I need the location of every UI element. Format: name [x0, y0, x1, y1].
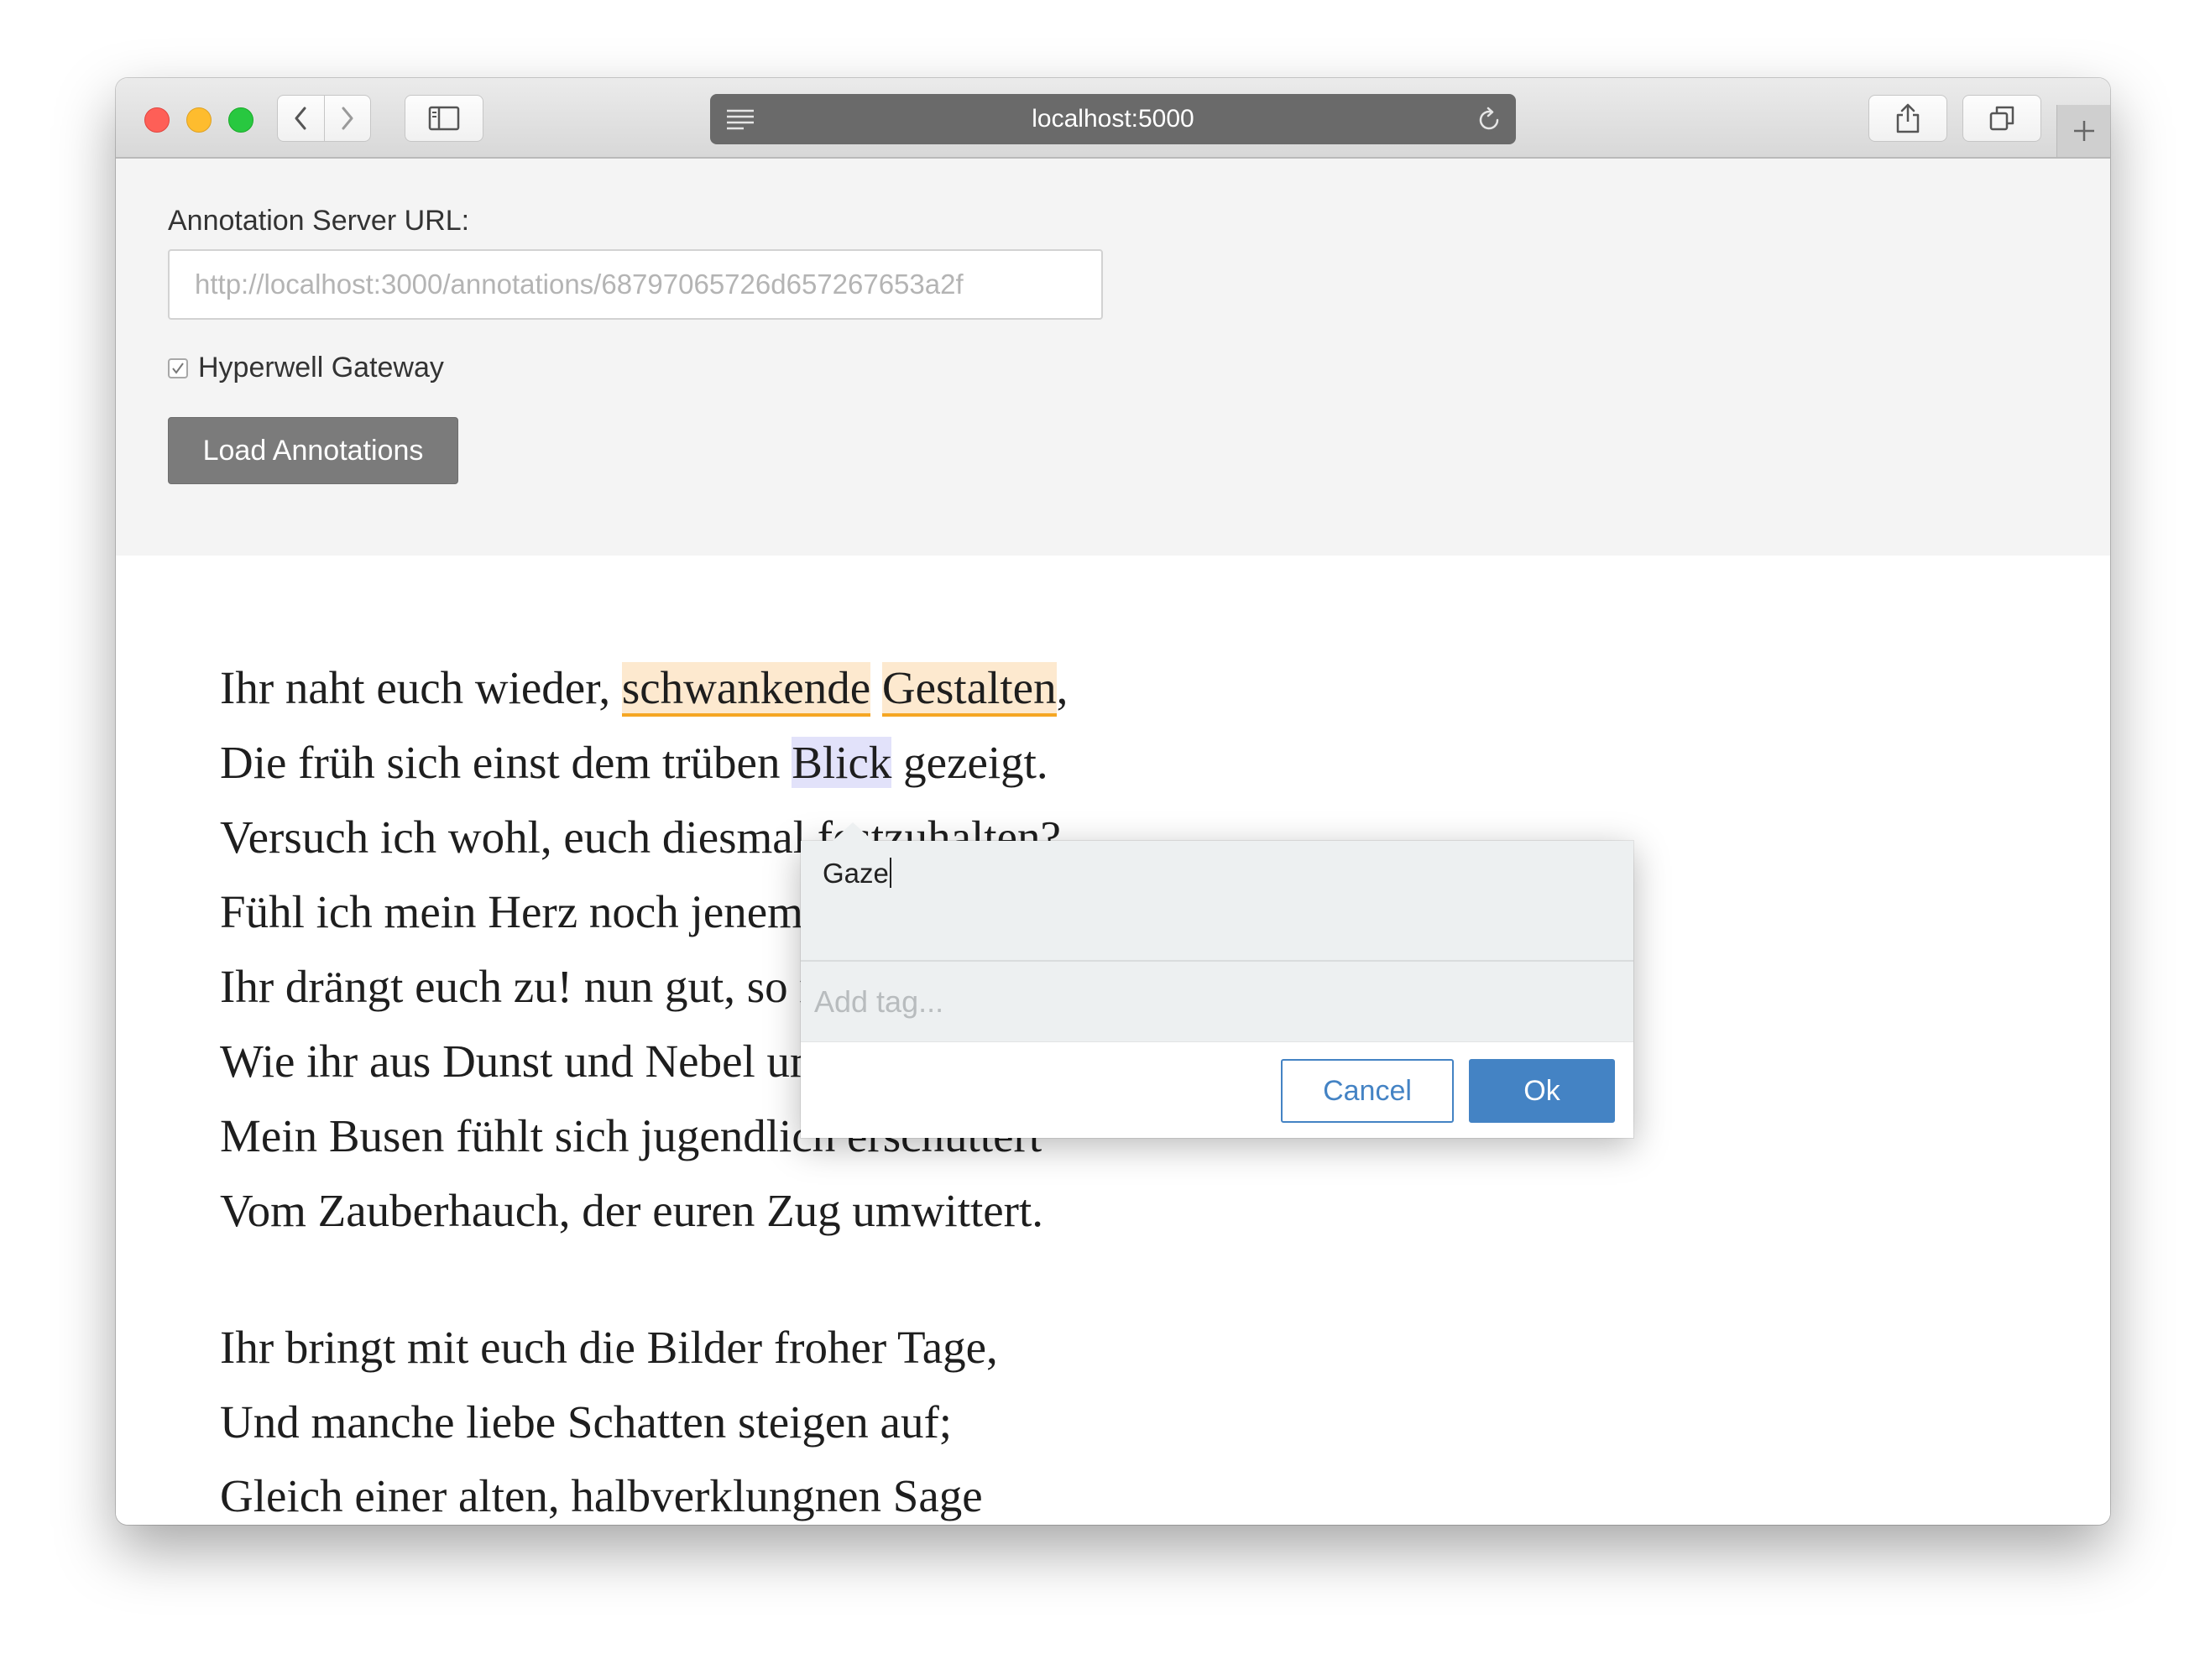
- annotation-highlight[interactable]: schwankende: [621, 662, 871, 717]
- back-button[interactable]: [278, 96, 324, 141]
- gateway-option: Hyperwell Gateway: [168, 352, 444, 384]
- popup-pointer: [833, 822, 873, 841]
- poem-line: Gleich einer alten, halbverklungnen Sage: [220, 1470, 983, 1521]
- zoom-window-button[interactable]: [228, 107, 253, 133]
- poem-line: Vom Zauberhauch, der euren Zug umwittert…: [220, 1185, 1044, 1236]
- tabs-overview-icon: [1989, 106, 2014, 131]
- navigation-buttons: [277, 95, 371, 142]
- text-cursor: [889, 858, 891, 888]
- sidebar-icon: [428, 106, 460, 131]
- comment-text: Gaze: [823, 858, 889, 889]
- plus-icon: [2074, 121, 2094, 141]
- share-button[interactable]: [1868, 95, 1947, 142]
- annotation-highlight[interactable]: Gestalten: [881, 662, 1057, 717]
- chevron-left-icon: [295, 107, 306, 130]
- add-tag-input[interactable]: [801, 962, 1633, 1042]
- poem-line: Ihr naht euch wieder, schwankende Gestal…: [220, 659, 1068, 717]
- checkmark-icon: [172, 362, 184, 374]
- reload-icon[interactable]: [1476, 106, 1502, 133]
- address-bar[interactable]: localhost:5000: [710, 94, 1516, 144]
- minimize-window-button[interactable]: [186, 107, 212, 133]
- reader-icon[interactable]: [725, 107, 755, 132]
- sidebar-toggle-button[interactable]: [405, 95, 483, 142]
- browser-window: localhost:5000 Annotation Server URL: Hy…: [116, 78, 2110, 1525]
- server-url-input[interactable]: [168, 249, 1103, 320]
- annotation-editor-popup: Gaze Cancel Ok: [801, 822, 1633, 1138]
- ok-button[interactable]: Ok: [1469, 1059, 1615, 1123]
- comment-textarea[interactable]: Gaze: [801, 841, 1633, 962]
- cancel-button[interactable]: Cancel: [1281, 1059, 1454, 1123]
- settings-panel: Annotation Server URL: Hyperwell Gateway…: [116, 159, 2110, 556]
- share-icon: [1896, 103, 1920, 133]
- chevron-right-icon: [342, 107, 353, 130]
- address-text: localhost:5000: [1032, 105, 1194, 133]
- poem-line: Und manche liebe Schatten steigen auf;: [220, 1396, 953, 1448]
- poem-line: Die früh sich einst dem trüben Blick gez…: [220, 737, 1048, 788]
- forward-button[interactable]: [323, 96, 371, 141]
- poem-line: Ihr bringt mit euch die Bilder froher Ta…: [220, 1322, 998, 1373]
- browser-toolbar: localhost:5000: [116, 78, 2110, 159]
- load-annotations-button[interactable]: Load Annotations: [168, 417, 458, 484]
- gateway-checkbox[interactable]: [168, 357, 188, 378]
- new-tab-button[interactable]: [2056, 105, 2110, 157]
- close-window-button[interactable]: [144, 107, 170, 133]
- tab-overview-button[interactable]: [1962, 95, 2041, 142]
- gateway-checkbox-label[interactable]: Hyperwell Gateway: [198, 352, 444, 384]
- selected-text-highlight[interactable]: Blick: [792, 737, 892, 788]
- server-url-label: Annotation Server URL:: [168, 205, 470, 237]
